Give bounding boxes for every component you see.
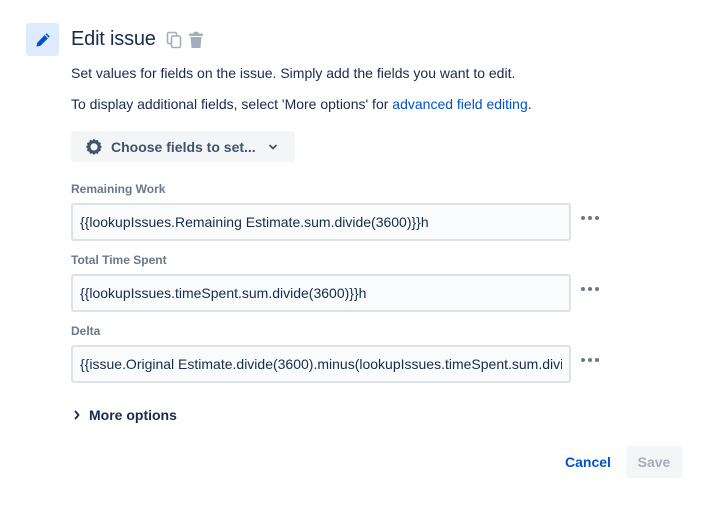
description-text: Set values for fields on the issue. Simp… [71,65,516,81]
header: Edit issue [26,23,204,56]
cancel-button[interactable]: Cancel [557,446,619,478]
advanced-field-editing-link[interactable]: advanced field editing [392,96,527,112]
copy-icon[interactable] [166,31,182,49]
gear-icon [85,138,103,156]
advanced-editing-text: To display additional fields, select 'Mo… [71,96,532,112]
delta-input[interactable] [71,345,571,383]
advanced-editing-prefix: To display additional fields, select 'Mo… [71,96,393,112]
total-time-spent-input[interactable] [71,274,571,312]
field-label-delta: Delta [71,324,101,338]
more-icon[interactable] [578,353,602,367]
choose-fields-label: Choose fields to set... [111,138,256,155]
more-icon[interactable] [578,282,602,296]
chevron-down-icon [268,143,278,151]
more-options-toggle[interactable]: More options [73,407,177,423]
field-label-total-time-spent: Total Time Spent [71,253,167,267]
advanced-editing-suffix: . [527,96,532,112]
pencil-icon [26,23,59,56]
field-label-remaining-work: Remaining Work [71,182,166,196]
chevron-right-icon [73,410,81,420]
page-title: Edit issue [71,28,156,50]
more-options-label: More options [89,407,177,423]
remaining-work-input[interactable] [71,203,571,241]
choose-fields-button[interactable]: Choose fields to set... [71,131,295,162]
trash-icon[interactable] [188,31,204,49]
save-button[interactable]: Save [626,446,682,478]
more-icon[interactable] [578,211,602,225]
